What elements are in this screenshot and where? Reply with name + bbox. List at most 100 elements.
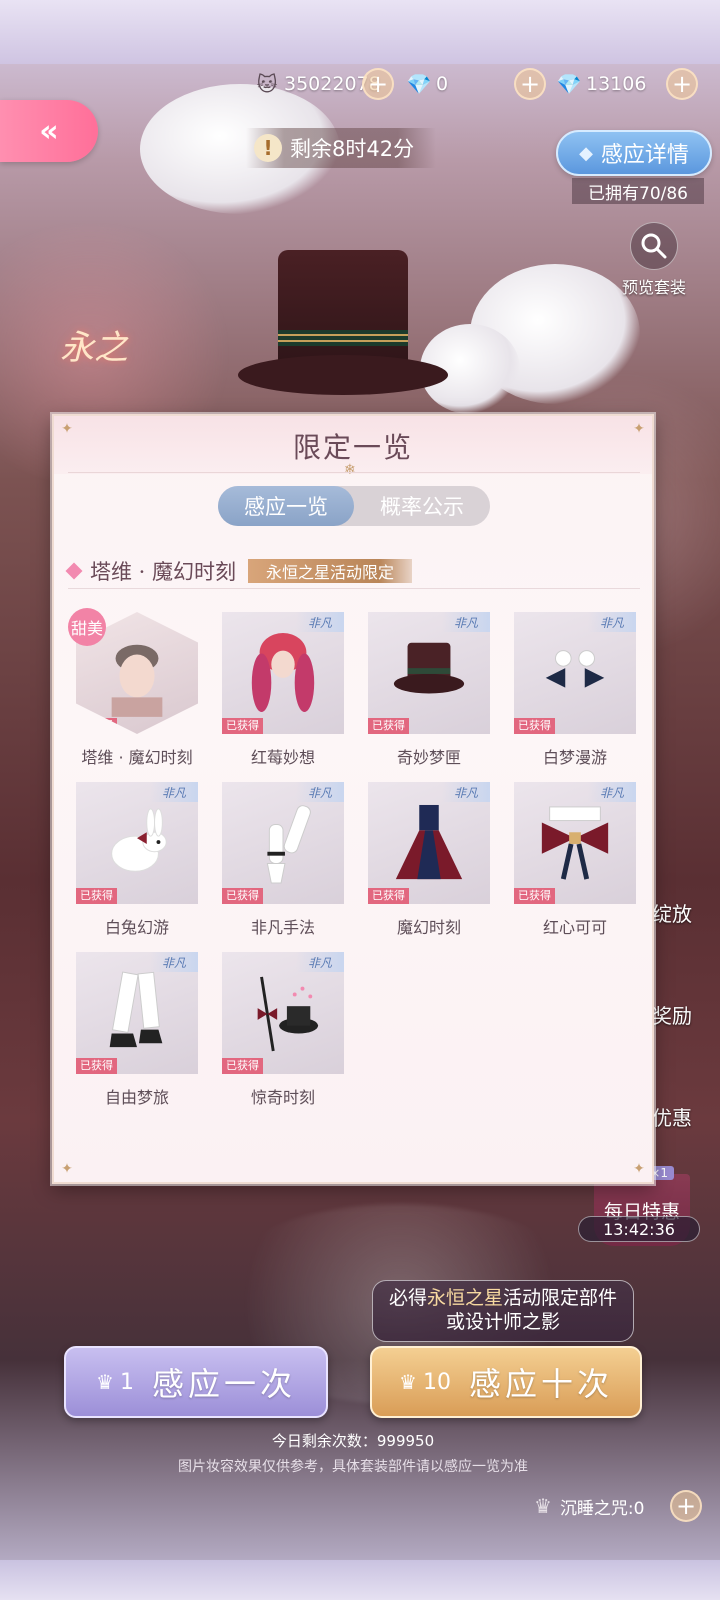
magic-hat-wand-icon (257, 976, 319, 1052)
item-name: 白兔幻游 (104, 918, 169, 937)
item-name: 塔维 · 魔幻时刻 (81, 748, 193, 767)
item-thumbnail: 非凡 已获得 (514, 612, 636, 734)
corner-star-icon: ✦ (633, 1161, 645, 1177)
add-sleep-curse-button[interactable]: + (670, 1490, 702, 1522)
white-gloves-icon (266, 805, 311, 884)
item-magic-hat[interactable]: 非凡 已获得 惊奇时刻 (214, 948, 344, 1108)
item-bow[interactable]: 非凡 已获得 红心可可 (506, 778, 636, 938)
sleep-curse-balance: ♛ 沉睡之咒:0 (534, 1490, 644, 1522)
item-thumbnail: 非凡 已获得 (222, 612, 344, 734)
sense-details-button[interactable]: ◆ 感应详情 (556, 130, 712, 176)
item-name: 非凡手法 (250, 918, 315, 937)
background-top-hat (238, 250, 448, 410)
limited-list-panel: ✦ ✦ ✦ ✦ 限定一览 ❄ 感应一览 概率公示 塔维 · 魔幻时刻 永恒之星活… (52, 414, 654, 1184)
diamond-icon: 💎 (406, 72, 432, 96)
panel-tabs: 感应一览 概率公示 (218, 486, 490, 526)
sense-ten-label: 感应十次 (468, 1365, 613, 1403)
red-bow-icon (541, 806, 609, 880)
obtained-badge: 已获得 (76, 1058, 117, 1074)
add-diamond-button[interactable]: + (514, 68, 546, 100)
obtained-badge: 已获得 (368, 718, 409, 734)
guarantee-line-1: 必得永恒之星活动限定部件 (388, 1287, 618, 1310)
diamond-value: 0 (436, 73, 449, 95)
section-header: 塔维 · 魔幻时刻 永恒之星活动限定 (65, 556, 413, 586)
preview-outfit-button[interactable]: 预览套装 (620, 222, 688, 302)
obtained-badge: 已获得 (222, 1058, 263, 1074)
divider (68, 472, 640, 473)
sense-once-count: 1 (119, 1369, 134, 1395)
add-coin-button[interactable]: + (362, 68, 394, 100)
diamond-balance: 💎 0 (406, 68, 449, 100)
obtained-badge: 已获得 (514, 718, 555, 734)
item-name: 魔幻时刻 (396, 918, 461, 937)
sense-ten-button[interactable]: ♛ 10 感应十次 (370, 1346, 642, 1418)
back-button[interactable]: « (0, 100, 98, 162)
sleep-curse-text: 沉睡之咒:0 (559, 1498, 645, 1519)
limited-tag: 永恒之星活动限定 (248, 559, 413, 583)
item-name: 惊奇时刻 (250, 1088, 315, 1107)
item-dress[interactable]: 非凡 已获得 魔幻时刻 (360, 778, 490, 938)
corner-star-icon: ✦ (61, 1161, 73, 1177)
sense-once-button[interactable]: ♛ 1 感应一次 (64, 1346, 328, 1418)
add-pink-diamond-button[interactable]: + (666, 68, 698, 100)
item-earring[interactable]: 非凡 已获得 白梦漫游 (506, 608, 636, 768)
snowflake-icon: ❄ (344, 462, 356, 478)
event-emblem: 永之 (60, 328, 128, 368)
tiara-icon: ♛ (399, 1370, 417, 1394)
preview-outfit-label: 预览套装 (621, 278, 686, 297)
tiara-icon: ♛ (534, 1494, 552, 1518)
character-portrait-icon (111, 644, 163, 717)
side-discount-label[interactable]: 优惠 (652, 1102, 692, 1131)
double-chevron-left-icon: « (39, 113, 59, 149)
boots-icon (109, 971, 163, 1048)
item-hat[interactable]: 非凡 已获得 奇妙梦匣 (360, 608, 490, 768)
item-name: 自由梦旅 (104, 1088, 169, 1107)
diamond-bullet-icon (65, 562, 83, 580)
obtained-badge: 已获得 (76, 888, 117, 904)
item-thumbnail: 非凡 已获得 (222, 952, 344, 1074)
item-thumbnail: 非凡 已获得 (368, 782, 490, 904)
bottom-bar-area (0, 1560, 720, 1600)
obtained-badge: 已获得 (76, 718, 117, 734)
item-name: 奇妙梦匣 (396, 748, 461, 767)
side-release-label[interactable]: 绽放 (652, 898, 692, 927)
dress-icon (395, 804, 463, 880)
obtained-badge: 已获得 (368, 888, 409, 904)
guarantee-line-2: 或设计师之影 (445, 1311, 560, 1333)
pink-diamond-value: 13106 (586, 73, 647, 95)
owned-count: 已拥有70/86 (572, 178, 704, 204)
item-thumbnail: 非凡 已获得 (76, 952, 198, 1074)
item-rabbit[interactable]: 非凡 已获得 白兔幻游 (68, 778, 198, 938)
obtained-badge: 已获得 (222, 888, 263, 904)
item-name: 白梦漫游 (542, 748, 607, 767)
sense-details-label: 感应详情 (600, 143, 689, 168)
bow-earring-icon (545, 650, 605, 688)
remaining-attempts: 今日剩余次数：999950 (271, 1432, 435, 1450)
cat-coin-icon: 🐱 (256, 72, 278, 96)
remaining-time-text: 剩余8时42分 (290, 137, 415, 161)
tiara-icon: ♛ (96, 1370, 114, 1394)
sense-ten-count: 10 (422, 1369, 451, 1395)
item-hair[interactable]: 非凡 已获得 红莓妙想 (214, 608, 344, 768)
diamond-outline-icon: ◆ (579, 142, 593, 164)
item-card-tavi[interactable]: 甜美 已获得 塔维 · 魔幻时刻 (68, 608, 198, 768)
item-gloves[interactable]: 非凡 已获得 非凡手法 (214, 778, 344, 938)
guarantee-tooltip: 必得永恒之星活动限定部件 或设计师之影 (372, 1280, 634, 1342)
daily-deal-timer: 13:42:36 (578, 1216, 700, 1242)
divider (68, 588, 640, 589)
pink-diamond-balance: 💎 13106 (556, 68, 647, 100)
exclamation-icon: ! (254, 134, 282, 162)
item-shoes[interactable]: 非凡 已获得 自由梦旅 (68, 948, 198, 1108)
remaining-time: ! 剩余8时42分 (246, 128, 437, 168)
tab-sense-list[interactable]: 感应一览 (218, 486, 354, 526)
top-hat-icon (393, 642, 465, 694)
item-thumbnail: 非凡 已获得 (368, 612, 490, 734)
item-thumbnail: 非凡 已获得 (222, 782, 344, 904)
item-thumbnail: 非凡 已获得 (76, 782, 198, 904)
red-curly-hair-icon (251, 633, 315, 712)
item-name: 红心可可 (542, 918, 607, 937)
tab-probability[interactable]: 概率公示 (354, 486, 490, 526)
panel-title: 限定一览 (292, 431, 413, 464)
side-reward-label[interactable]: 奖励 (652, 1000, 692, 1029)
sweet-attribute-badge: 甜美 (68, 608, 106, 646)
